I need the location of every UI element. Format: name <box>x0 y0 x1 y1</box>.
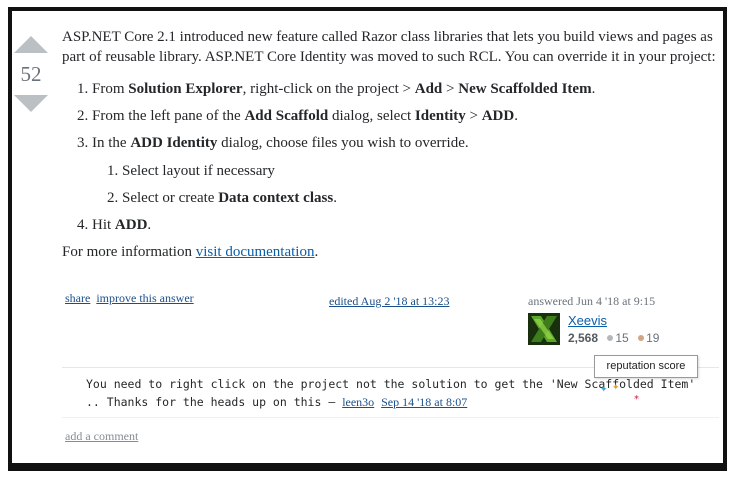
bronze-badge-count: 19 <box>646 331 660 345</box>
improve-answer-link[interactable]: improve this answer <box>96 291 193 305</box>
silver-badge-icon <box>607 335 614 342</box>
step-item: From Solution Explorer, right-click on t… <box>92 79 722 99</box>
substep-item: Select layout if necessary <box>122 161 722 181</box>
step-item: From the left pane of the Add Scaffold d… <box>92 106 722 126</box>
vote-panel: 52 <box>14 36 48 112</box>
upvote-arrow-icon[interactable] <box>14 36 48 53</box>
add-comment-link[interactable]: add a comment <box>65 429 138 444</box>
step-item: In the ADD Identity dialog, choose files… <box>92 133 722 208</box>
cursor-sparkle-icon: ✦ ✦ * <box>600 383 639 404</box>
frame-bottom-border <box>8 463 727 471</box>
answer-body: ASP.NET Core 2.1 introduced new feature … <box>62 27 722 262</box>
svg-text:*: * <box>634 394 639 404</box>
reputation-tooltip: reputation score <box>594 355 698 378</box>
share-link[interactable]: share <box>65 291 90 305</box>
answered-time: answered Jun 4 '18 at 9:15 <box>528 294 656 308</box>
edit-info: edited Aug 2 '18 at 13:23 <box>329 294 449 309</box>
steps-list: From Solution Explorer, right-click on t… <box>62 79 722 235</box>
documentation-link[interactable]: visit documentation <box>196 244 315 260</box>
user-avatar[interactable] <box>528 313 560 345</box>
silver-badge-count: 15 <box>615 331 629 345</box>
svg-text:✦: ✦ <box>600 385 608 395</box>
step-item: Hit ADD. <box>92 215 722 235</box>
substep-item: Select or create Data context class. <box>122 188 722 208</box>
vote-count: 52 <box>20 62 42 86</box>
edited-link[interactable]: edited Aug 2 '18 at 13:23 <box>329 294 449 308</box>
comment-author-link[interactable]: leen3o <box>342 395 374 409</box>
user-reputation: 2,568 15 19 <box>568 331 659 345</box>
user-name-link[interactable]: Xeevis <box>568 313 607 328</box>
substeps-list: Select layout if necessary Select or cre… <box>92 161 722 208</box>
downvote-arrow-icon[interactable] <box>14 95 48 112</box>
more-info: For more information visit documentation… <box>62 244 319 260</box>
comment-date-link[interactable]: Sep 14 '18 at 8:07 <box>381 395 467 409</box>
add-comment-divider <box>62 417 719 418</box>
answer-intro: ASP.NET Core 2.1 introduced new feature … <box>62 29 716 65</box>
post-menu: share improve this answer <box>65 291 194 306</box>
bronze-badge-icon <box>638 335 645 342</box>
reputation-score: 2,568 <box>568 331 599 345</box>
svg-text:✦: ✦ <box>612 383 620 393</box>
